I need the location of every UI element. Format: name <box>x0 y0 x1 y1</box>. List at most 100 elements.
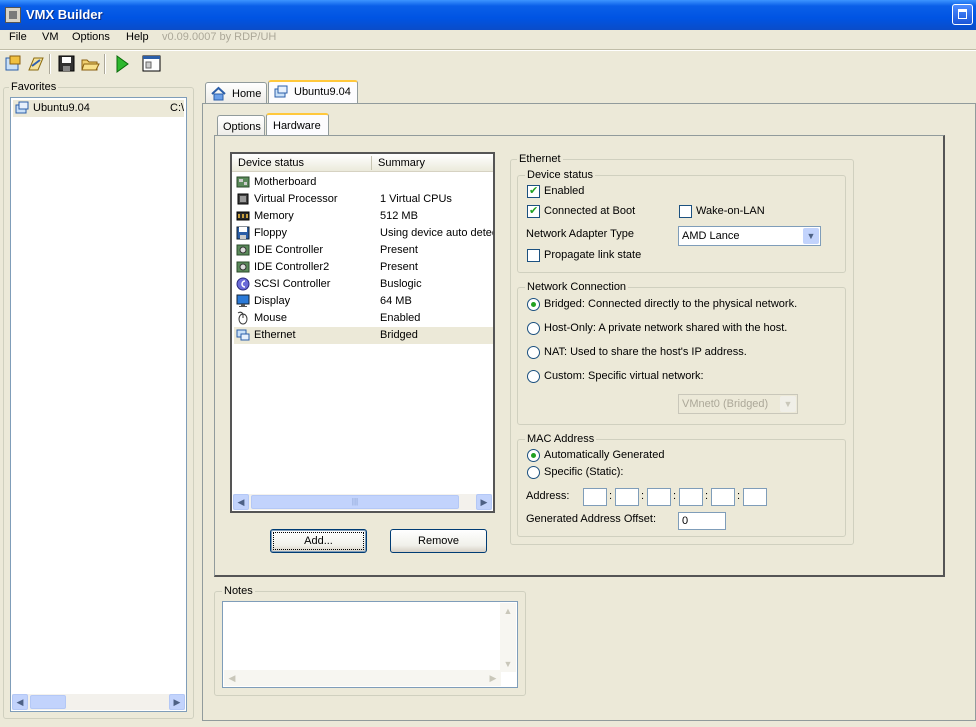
device-row[interactable]: Display 64 MB <box>234 293 493 310</box>
device-row[interactable]: IDE Controller Present <box>234 242 493 259</box>
scroll-thumb[interactable]: ||| <box>251 495 459 509</box>
scroll-right-button[interactable]: ▶ <box>476 494 492 510</box>
open-folder-icon <box>81 59 100 71</box>
restore-button[interactable] <box>952 4 973 25</box>
device-summary: 64 MB <box>380 295 412 307</box>
chevron-down-icon[interactable]: ▼ <box>803 228 819 244</box>
mac-address-title: MAC Address <box>525 433 597 445</box>
host-only-radio[interactable] <box>527 322 540 335</box>
propagate-link-label: Propagate link state <box>544 249 642 261</box>
mac-separator: : <box>737 490 741 502</box>
ide-controller-icon <box>236 244 250 256</box>
static-mac-label: Specific (Static): <box>544 466 624 478</box>
auto-mac-radio[interactable] <box>527 449 540 462</box>
tab-vm[interactable]: Ubuntu9.04 <box>268 80 358 104</box>
save-button[interactable] <box>57 54 77 74</box>
static-mac-radio[interactable] <box>527 466 540 479</box>
device-row[interactable]: Virtual Processor 1 Virtual CPUs <box>234 191 493 208</box>
offset-input[interactable]: 0 <box>678 512 726 530</box>
adapter-type-select[interactable]: AMD Lance ▼ <box>678 226 821 246</box>
mac-octet-field[interactable] <box>679 488 703 506</box>
mouse-icon <box>237 311 248 325</box>
device-row[interactable]: Motherboard <box>234 174 493 191</box>
device-summary: 1 Virtual CPUs <box>380 193 452 205</box>
open-button[interactable] <box>80 54 100 74</box>
favorites-title: Favorites <box>9 81 59 93</box>
new-vm-icon <box>5 55 21 71</box>
device-list-hscrollbar[interactable]: ◀ ||| ▶ <box>233 494 492 510</box>
wake-on-lan-label: Wake-on-LAN <box>696 205 765 217</box>
window-title: VMX Builder <box>26 7 103 22</box>
scroll-right-button[interactable]: ▶ <box>169 694 185 710</box>
tab-hardware-label: Hardware <box>273 120 321 132</box>
device-row[interactable]: IDE Controller2 Present <box>234 259 493 276</box>
device-row[interactable]: Memory 512 MB <box>234 208 493 225</box>
cpu-icon <box>237 193 249 205</box>
floppy-icon <box>236 226 250 240</box>
device-list[interactable]: Device status Summary Motherboard Virtua… <box>230 152 495 513</box>
chevron-down-icon[interactable]: ▼ <box>780 396 796 412</box>
custom-network-select[interactable]: VMnet0 (Bridged) ▼ <box>678 394 798 414</box>
remove-device-button[interactable]: Remove <box>390 529 487 553</box>
device-row[interactable]: Mouse Enabled <box>234 310 493 327</box>
scroll-left-button[interactable]: ◀ <box>224 670 240 686</box>
notes-hscrollbar[interactable]: ◀ ▶ <box>224 670 501 686</box>
new-vm-button[interactable] <box>4 54 24 74</box>
offset-label: Generated Address Offset: <box>526 513 657 525</box>
bridged-radio[interactable] <box>527 298 540 311</box>
connected-at-boot-checkbox[interactable] <box>527 204 540 218</box>
tab-vm-label: Ubuntu9.04 <box>294 86 351 98</box>
scroll-up-button[interactable]: ▲ <box>500 603 516 619</box>
favorites-list[interactable]: Ubuntu9.04 C:\ ◀ ▶ <box>10 97 187 712</box>
notes-textarea[interactable]: ▲ ▼ ◀ ▶ <box>222 601 518 688</box>
device-row[interactable]: SCSI Controller Buslogic <box>234 276 493 293</box>
scroll-right-button[interactable]: ▶ <box>485 670 501 686</box>
add-device-button[interactable]: Add... <box>270 529 367 553</box>
propagate-link-checkbox[interactable] <box>527 249 540 262</box>
wake-on-lan-checkbox[interactable] <box>679 205 692 218</box>
column-divider <box>371 156 372 170</box>
run-button[interactable] <box>112 54 132 74</box>
favorites-hscrollbar[interactable]: ◀ ▶ <box>12 694 185 710</box>
enabled-checkbox[interactable] <box>527 184 540 198</box>
device-name: Floppy <box>254 227 288 239</box>
device-row-selected[interactable]: Ethernet Bridged <box>234 327 493 344</box>
mac-octet-field[interactable] <box>743 488 767 506</box>
wizard-button[interactable] <box>26 54 46 74</box>
scroll-left-button[interactable]: ◀ <box>12 694 28 710</box>
favorite-item[interactable]: Ubuntu9.04 C:\ <box>13 100 184 117</box>
column-device-status[interactable]: Device status <box>238 157 304 169</box>
mac-octet-field[interactable] <box>615 488 639 506</box>
scroll-thumb[interactable] <box>30 695 66 709</box>
bridged-label: Bridged: Connected directly to the physi… <box>544 298 798 310</box>
device-summary: Buslogic <box>380 278 422 290</box>
tab-home[interactable]: Home <box>205 82 267 104</box>
tab-options[interactable]: Options <box>217 115 265 137</box>
save-icon <box>58 55 75 72</box>
device-row[interactable]: Floppy Using device auto detect <box>234 225 493 242</box>
custom-network-value: VMnet0 (Bridged) <box>682 398 769 410</box>
mac-octet-field[interactable] <box>647 488 671 506</box>
column-summary[interactable]: Summary <box>378 157 425 169</box>
scroll-down-button[interactable]: ▼ <box>500 656 516 672</box>
menu-vm[interactable]: VM <box>42 31 59 43</box>
custom-radio[interactable] <box>527 370 540 383</box>
motherboard-icon <box>236 176 250 188</box>
notes-vscrollbar[interactable]: ▲ ▼ <box>500 603 516 672</box>
scroll-left-button[interactable]: ◀ <box>233 494 249 510</box>
menu-help[interactable]: Help <box>126 31 149 43</box>
mac-octet-field[interactable] <box>711 488 735 506</box>
menu-file[interactable]: File <box>9 31 27 43</box>
adapter-type-label: Network Adapter Type <box>526 228 635 240</box>
nat-label: NAT: Used to share the host's IP address… <box>544 346 747 358</box>
tab-hardware[interactable]: Hardware <box>266 113 329 137</box>
device-name: IDE Controller2 <box>254 261 330 273</box>
menu-options[interactable]: Options <box>72 31 110 43</box>
nat-radio[interactable] <box>527 346 540 359</box>
vm-icon <box>15 101 29 114</box>
offset-value: 0 <box>682 515 689 527</box>
mac-octet-field[interactable] <box>583 488 607 506</box>
view-button[interactable] <box>142 54 162 74</box>
display-icon <box>236 294 250 307</box>
mac-separator: : <box>609 490 613 502</box>
